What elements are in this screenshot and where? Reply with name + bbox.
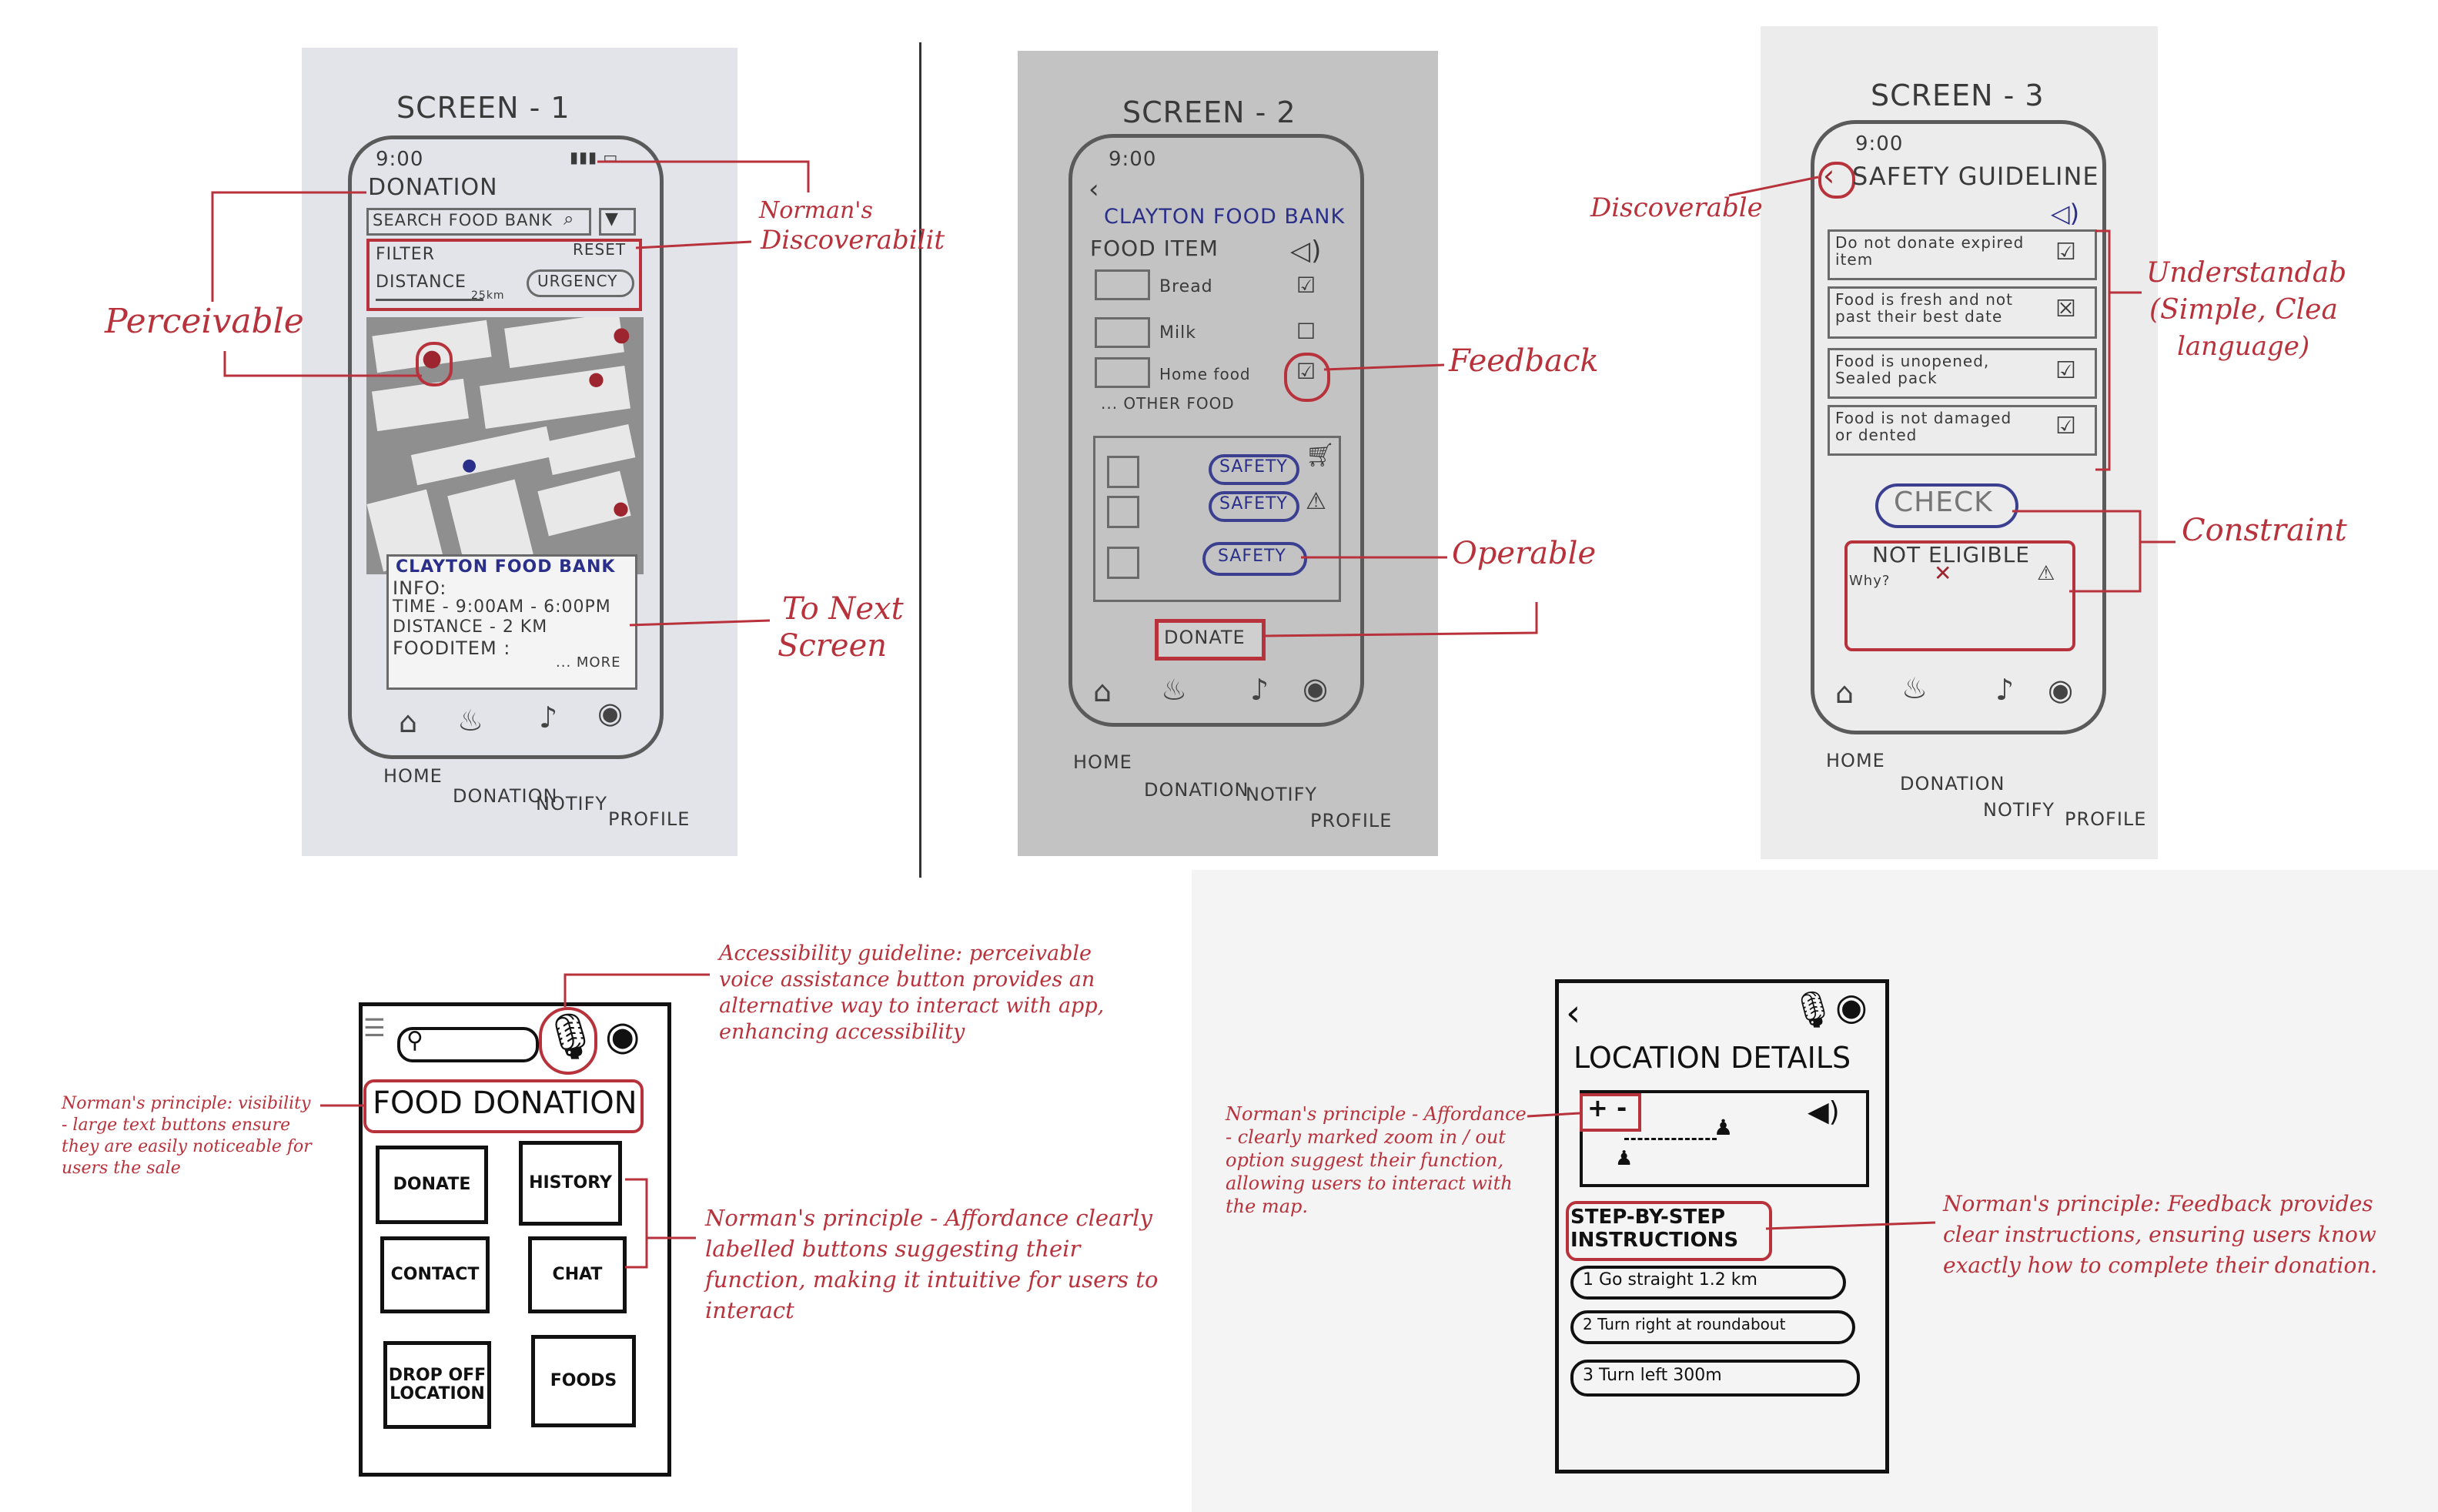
connector-line <box>1527 1112 1580 1118</box>
connector-line <box>629 619 771 627</box>
connector-line <box>625 1178 648 1269</box>
connector-line <box>211 191 366 302</box>
connector-line <box>635 240 752 249</box>
connector-line <box>1765 1221 1936 1230</box>
connector-line <box>1262 602 1538 637</box>
connector-line <box>1728 176 1819 197</box>
connector-line <box>2095 229 2111 471</box>
connector-line <box>564 973 710 1007</box>
annotation-connectors <box>211 160 2175 1269</box>
connector-line <box>223 351 422 377</box>
connector-line <box>597 160 810 192</box>
connector-line <box>1323 363 1445 371</box>
connector-line <box>2012 510 2142 593</box>
